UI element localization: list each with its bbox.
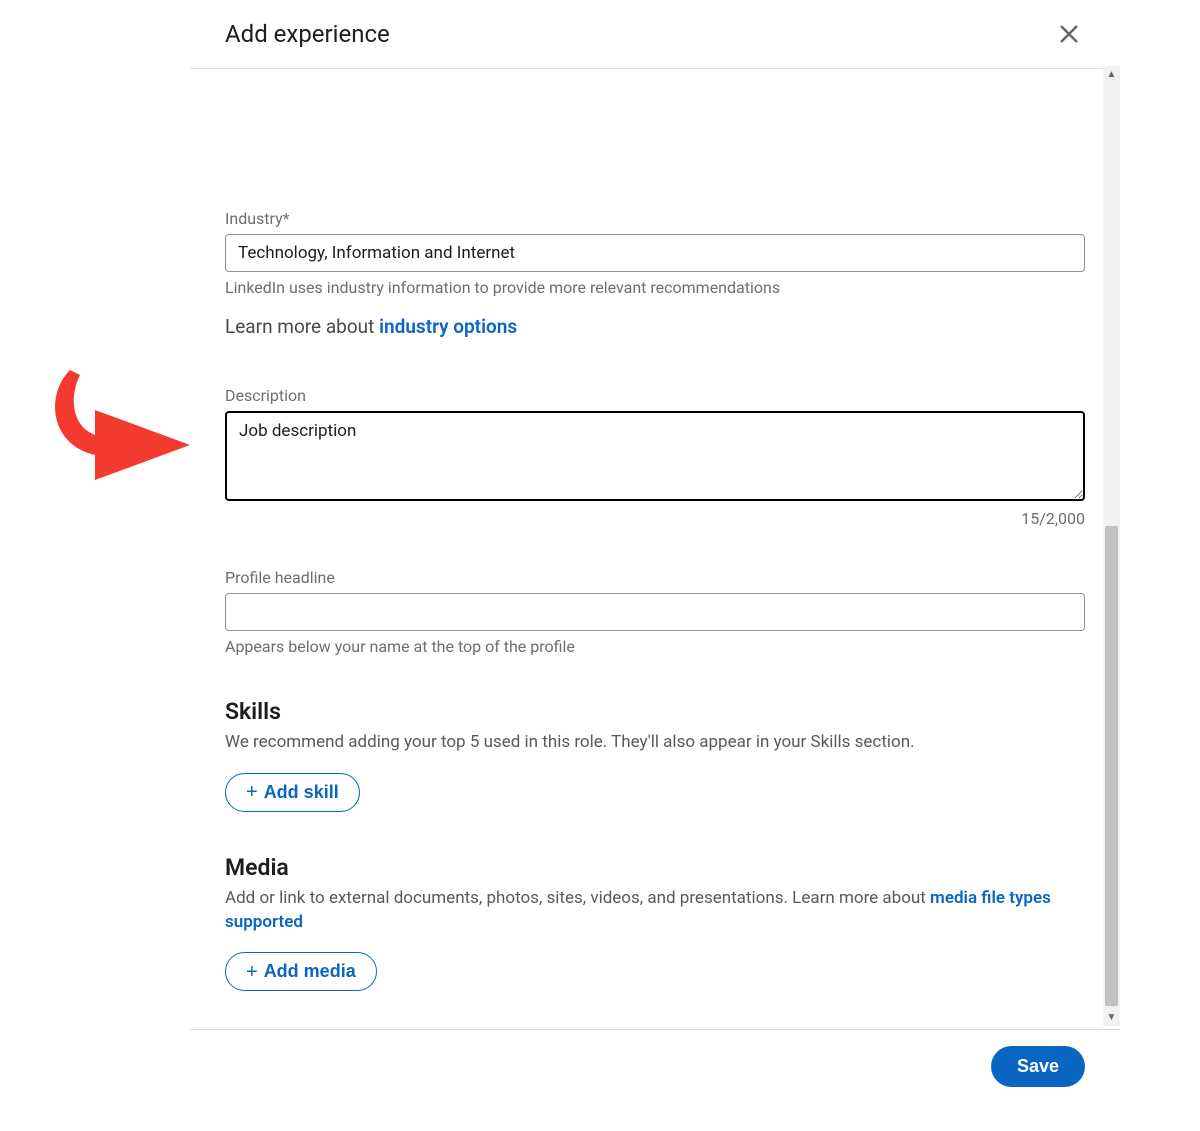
plus-icon: + bbox=[246, 782, 258, 802]
close-icon bbox=[1058, 23, 1080, 45]
save-button[interactable]: Save bbox=[991, 1046, 1085, 1087]
headline-field-group: Profile headline Appears below your name… bbox=[225, 568, 1085, 656]
modal-title: Add experience bbox=[225, 20, 390, 48]
add-experience-modal: Add experience ▲ ▼ Industry* LinkedIn us… bbox=[190, 0, 1120, 1131]
description-field-group: Description 15/2,000 bbox=[225, 386, 1085, 528]
industry-options-link[interactable]: industry options bbox=[379, 315, 517, 338]
industry-label: Industry* bbox=[225, 209, 1085, 228]
skills-heading: Skills bbox=[225, 698, 1085, 725]
headline-helper-text: Appears below your name at the top of th… bbox=[225, 637, 1085, 656]
media-heading: Media bbox=[225, 854, 1085, 881]
headline-input[interactable] bbox=[225, 593, 1085, 631]
media-section: Media Add or link to external documents,… bbox=[225, 854, 1085, 992]
industry-learn-more: Learn more about industry options bbox=[225, 315, 1085, 338]
industry-helper-text: LinkedIn uses industry information to pr… bbox=[225, 278, 1085, 297]
description-label: Description bbox=[225, 386, 1085, 405]
media-desc-prefix: Add or link to external documents, photo… bbox=[225, 888, 930, 908]
headline-label: Profile headline bbox=[225, 568, 1085, 587]
learn-more-prefix: Learn more about bbox=[225, 315, 379, 338]
add-media-button[interactable]: + Add media bbox=[225, 952, 377, 991]
industry-input[interactable] bbox=[225, 234, 1085, 272]
modal-footer: Save bbox=[190, 1029, 1120, 1131]
skills-section: Skills We recommend adding your top 5 us… bbox=[225, 698, 1085, 812]
plus-icon: + bbox=[246, 962, 258, 982]
modal-header: Add experience bbox=[190, 0, 1120, 69]
modal-body: Industry* LinkedIn uses industry informa… bbox=[190, 69, 1120, 1029]
add-media-label: Add media bbox=[264, 961, 356, 982]
add-skill-button[interactable]: + Add skill bbox=[225, 773, 360, 812]
description-char-count: 15/2,000 bbox=[225, 509, 1085, 528]
close-button[interactable] bbox=[1053, 18, 1085, 50]
add-skill-label: Add skill bbox=[264, 782, 339, 803]
skills-description: We recommend adding your top 5 used in t… bbox=[225, 731, 1085, 755]
industry-field-group: Industry* LinkedIn uses industry informa… bbox=[225, 209, 1085, 338]
media-description: Add or link to external documents, photo… bbox=[225, 887, 1085, 935]
annotation-arrow bbox=[40, 355, 200, 495]
description-textarea[interactable] bbox=[225, 411, 1085, 501]
